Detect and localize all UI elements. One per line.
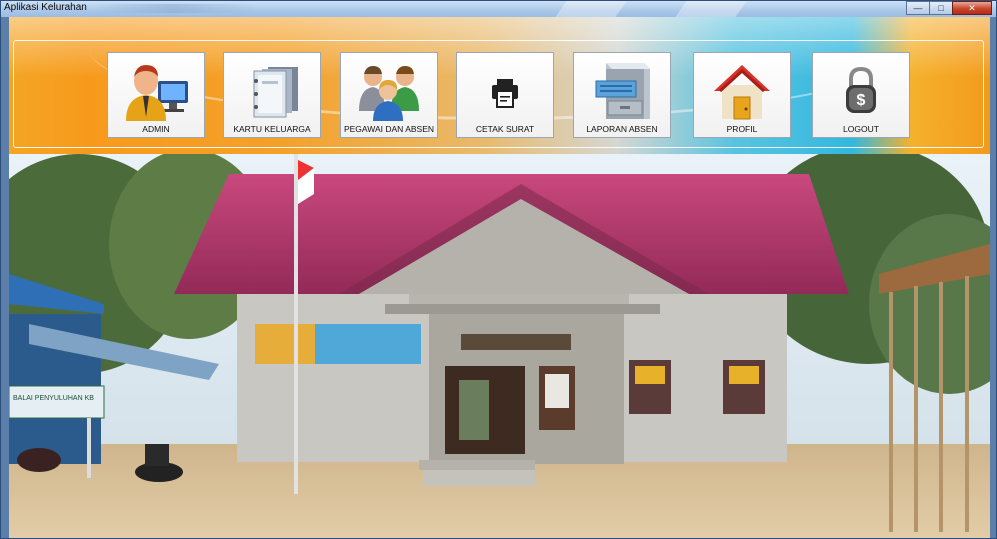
svg-text:BALAI PENYULUHAN KB: BALAI PENYULUHAN KB bbox=[13, 395, 94, 402]
file-cabinet-icon bbox=[595, 63, 650, 119]
laporan-absen-button[interactable]: LAPORAN ABSEN bbox=[573, 52, 671, 138]
logout-button[interactable]: $ LOGOUT bbox=[812, 52, 910, 138]
title-bar-ghost-text bbox=[91, 4, 256, 13]
title-bar[interactable]: Aplikasi Kelurahan — □ ✕ bbox=[1, 1, 996, 17]
padlock-dollar-icon: $ bbox=[846, 66, 876, 113]
profil-label: PROFIL bbox=[726, 124, 758, 134]
maximize-button[interactable]: □ bbox=[929, 1, 953, 15]
admin-label: ADMIN bbox=[142, 124, 170, 134]
header-banner: ADMIN KARTU KELUARGA PEGAWAI DAN ABSEN C… bbox=[9, 17, 990, 154]
kartu-keluarga-label: KARTU KELUARGA bbox=[233, 124, 311, 134]
admin-button[interactable]: ADMIN bbox=[107, 52, 205, 138]
cetak-surat-label: CETAK SURAT bbox=[475, 124, 535, 134]
svg-text:$: $ bbox=[857, 92, 866, 109]
app-window: Aplikasi Kelurahan — □ ✕ ADMIN KARTU KEL… bbox=[0, 0, 997, 539]
pegawai-dan-absen-button[interactable]: PEGAWAI DAN ABSEN bbox=[340, 52, 438, 138]
laporan-absen-label: LAPORAN ABSEN bbox=[586, 124, 658, 134]
people-group-icon bbox=[359, 66, 419, 121]
close-button[interactable]: ✕ bbox=[952, 1, 992, 15]
printer-icon bbox=[492, 79, 518, 108]
binder-icon bbox=[253, 67, 298, 118]
client-area: ADMIN KARTU KELUARGA PEGAWAI DAN ABSEN C… bbox=[9, 17, 990, 538]
caption-buttons: — □ ✕ bbox=[906, 1, 992, 15]
admin-user-icon bbox=[126, 65, 188, 121]
minimize-icon: — bbox=[913, 2, 923, 13]
home-icon bbox=[714, 65, 770, 120]
office-background-photo: BALAI PENYULUHAN KB bbox=[9, 154, 990, 538]
title-bar-glare bbox=[555, 1, 627, 17]
minimize-button[interactable]: — bbox=[906, 1, 930, 15]
cetak-surat-button[interactable]: CETAK SURAT bbox=[456, 52, 554, 138]
title-bar-glare bbox=[675, 1, 747, 17]
window-title: Aplikasi Kelurahan bbox=[4, 2, 87, 13]
pegawai-dan-absen-label: PEGAWAI DAN ABSEN bbox=[343, 124, 435, 134]
close-icon: ✕ bbox=[968, 2, 976, 13]
kartu-keluarga-button[interactable]: KARTU KELUARGA bbox=[223, 52, 321, 138]
maximize-icon: □ bbox=[938, 2, 944, 13]
profil-button[interactable]: PROFIL bbox=[693, 52, 791, 138]
logout-label: LOGOUT bbox=[843, 124, 879, 134]
